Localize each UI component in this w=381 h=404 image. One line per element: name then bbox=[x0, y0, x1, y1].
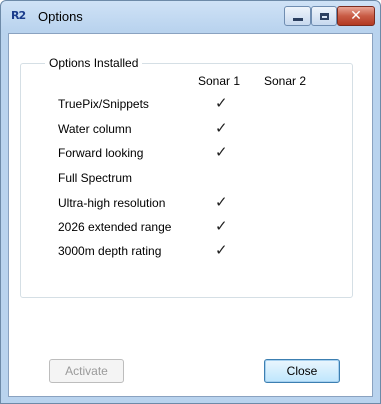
app-logo-icon: R2 bbox=[11, 9, 26, 22]
option-label-forward-looking: Forward looking bbox=[58, 146, 144, 160]
minimize-icon bbox=[292, 17, 303, 21]
check-icon: ✓ bbox=[215, 241, 228, 259]
group-title: Options Installed bbox=[45, 56, 143, 70]
window-title: Options bbox=[38, 9, 83, 24]
column-header-sonar-1: Sonar 1 bbox=[198, 74, 241, 88]
column-header-sonar-2: Sonar 2 bbox=[264, 74, 307, 88]
check-icon: ✓ bbox=[215, 119, 228, 137]
option-label-water-column: Water column bbox=[58, 122, 132, 136]
options-window: R2 Options ✕ Options Installed Sonar 1 S… bbox=[0, 0, 381, 404]
minimize-button[interactable] bbox=[284, 6, 311, 26]
close-button[interactable]: Close bbox=[264, 359, 340, 383]
option-label-full-spectrum: Full Spectrum bbox=[58, 171, 133, 185]
check-icon: ✓ bbox=[215, 217, 228, 235]
option-label-3000m-depth-rating: 3000m depth rating bbox=[58, 244, 162, 258]
check-icon: ✓ bbox=[215, 193, 228, 211]
close-icon: ✕ bbox=[350, 8, 362, 24]
option-label-truepix-snippets: TruePix/Snippets bbox=[58, 97, 149, 111]
maximize-icon bbox=[319, 12, 329, 20]
activate-button[interactable]: Activate bbox=[49, 359, 124, 383]
title-bar[interactable]: R2 Options ✕ bbox=[1, 1, 380, 33]
dialog-client-area: Options Installed Sonar 1 Sonar 2 TruePi… bbox=[8, 33, 373, 397]
check-icon: ✓ bbox=[215, 143, 228, 161]
maximize-button[interactable] bbox=[311, 6, 337, 26]
check-icon: ✓ bbox=[215, 94, 228, 112]
option-label-ultra-high-resolution: Ultra-high resolution bbox=[58, 196, 166, 210]
option-label-2026-extended-range: 2026 extended range bbox=[58, 220, 172, 234]
close-window-button[interactable]: ✕ bbox=[337, 6, 375, 26]
